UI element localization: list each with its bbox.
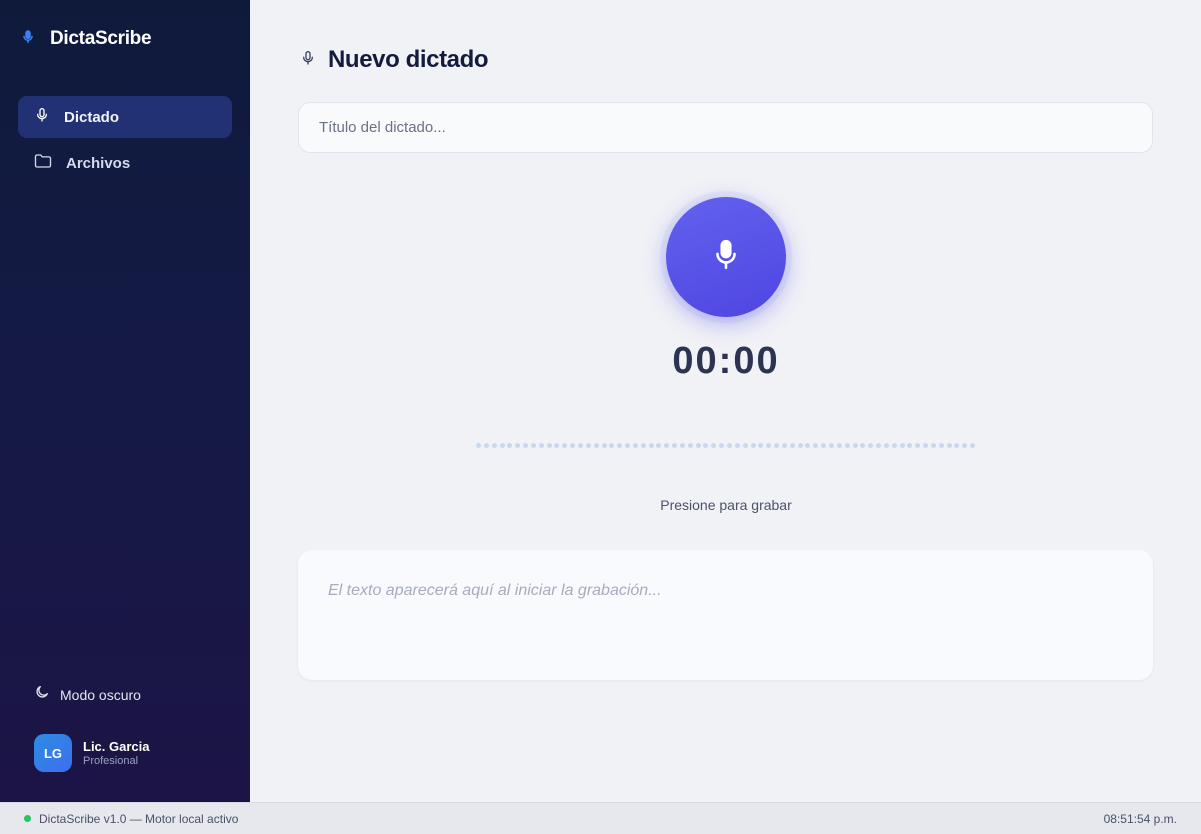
waveform-dot bbox=[695, 442, 701, 448]
waveform-dot bbox=[538, 442, 544, 448]
waveform-dot bbox=[617, 442, 623, 448]
waveform-dot bbox=[523, 442, 529, 448]
waveform-dot bbox=[907, 442, 913, 448]
waveform-dot bbox=[727, 442, 732, 448]
waveform-dot bbox=[632, 442, 638, 448]
transcript-placeholder: El texto aparecerá aquí al iniciar la gr… bbox=[328, 582, 662, 599]
waveform-dot bbox=[476, 442, 481, 448]
waveform-dot bbox=[930, 442, 936, 448]
status-bar: DictaScribe v1.0 — Motor local activo 08… bbox=[0, 802, 1201, 834]
user-role: Profesional bbox=[83, 754, 139, 767]
mic-icon bbox=[34, 106, 50, 129]
waveform-dot bbox=[648, 442, 654, 448]
user-profile[interactable]: LG Lic. Garcia Profesional bbox=[34, 734, 149, 772]
brand: DictaScribe bbox=[20, 28, 152, 50]
transcript-area[interactable]: El texto aparecerá aquí al iniciar la gr… bbox=[298, 550, 1153, 680]
waveform-dot bbox=[656, 442, 662, 448]
waveform-dot bbox=[719, 442, 725, 448]
waveform-dot bbox=[562, 442, 568, 448]
waveform-dot bbox=[954, 442, 960, 448]
waveform-dot bbox=[844, 442, 850, 448]
record-hint: Presione para grabar bbox=[660, 497, 792, 513]
mic-icon bbox=[20, 29, 36, 50]
waveform-dot bbox=[672, 442, 678, 448]
waveform-dot bbox=[750, 442, 756, 448]
waveform-dot bbox=[946, 442, 952, 448]
waveform-dot bbox=[891, 442, 897, 448]
audio-waveform bbox=[476, 441, 976, 449]
app-window: DictaScribe Dictado Archivos Modo oscuro… bbox=[0, 0, 1201, 834]
sidebar-item-dictado[interactable]: Dictado bbox=[18, 96, 232, 138]
waveform-dot bbox=[836, 442, 842, 448]
waveform-dot bbox=[938, 442, 944, 448]
waveform-dot bbox=[821, 442, 827, 448]
waveform-dot bbox=[640, 442, 646, 448]
waveform-dot bbox=[742, 442, 748, 448]
waveform-dot bbox=[860, 442, 866, 448]
waveform-dot bbox=[483, 442, 489, 448]
waveform-dot bbox=[797, 442, 803, 448]
waveform-dot bbox=[530, 442, 536, 448]
waveform-dot bbox=[507, 442, 513, 448]
mic-icon bbox=[300, 48, 316, 73]
waveform-dot bbox=[585, 442, 591, 448]
waveform-dot bbox=[593, 442, 599, 448]
brand-name: DictaScribe bbox=[50, 28, 152, 49]
waveform-dot bbox=[554, 442, 560, 448]
waveform-dot bbox=[664, 442, 670, 448]
waveform-dot bbox=[915, 442, 921, 448]
waveform-dot bbox=[852, 442, 858, 448]
waveform-dot bbox=[609, 442, 615, 448]
waveform-dot bbox=[679, 442, 685, 448]
waveform-dot bbox=[962, 442, 968, 448]
waveform-dot bbox=[766, 442, 772, 448]
waveform-dot bbox=[734, 442, 740, 448]
moon-icon bbox=[34, 684, 50, 705]
waveform-dot bbox=[499, 442, 505, 448]
dark-mode-toggle[interactable]: Modo oscuro bbox=[34, 684, 141, 705]
waveform-dot bbox=[625, 442, 631, 448]
waveform-dot bbox=[601, 442, 607, 448]
waveform-dot bbox=[774, 442, 780, 448]
waveform-dot bbox=[687, 442, 693, 448]
recording-timer: 00:00 bbox=[672, 340, 780, 382]
status-text: DictaScribe v1.0 — Motor local activo bbox=[39, 811, 239, 826]
sidebar: DictaScribe Dictado Archivos Modo oscuro… bbox=[0, 0, 250, 802]
sidebar-item-archivos[interactable]: Archivos bbox=[18, 142, 232, 184]
waveform-dot bbox=[781, 442, 787, 448]
waveform-dot bbox=[923, 442, 929, 448]
waveform-dot bbox=[758, 442, 764, 448]
waveform-dot bbox=[570, 442, 576, 448]
clock: 08:51:54 p.m. bbox=[1103, 811, 1177, 826]
record-button[interactable] bbox=[666, 197, 786, 317]
sidebar-item-label: Dictado bbox=[64, 108, 120, 126]
user-name: Lic. Garcia bbox=[83, 738, 150, 754]
mic-icon bbox=[713, 239, 739, 276]
waveform-dot bbox=[899, 442, 905, 448]
avatar: LG bbox=[34, 734, 72, 772]
waveform-dot bbox=[703, 442, 709, 448]
status-indicator bbox=[24, 815, 31, 822]
page-header: Nuevo dictado bbox=[300, 46, 489, 74]
waveform-dot bbox=[546, 442, 552, 448]
main-content: Nuevo dictado 00:00 Presione para grabar… bbox=[250, 0, 1201, 802]
dark-mode-label: Modo oscuro bbox=[60, 686, 141, 703]
waveform-dot bbox=[789, 442, 795, 448]
folder-icon bbox=[34, 153, 52, 174]
waveform-dot bbox=[491, 442, 497, 448]
waveform-dot bbox=[577, 442, 583, 448]
waveform-dot bbox=[970, 442, 976, 448]
sidebar-item-label: Archivos bbox=[66, 154, 131, 172]
waveform-dot bbox=[813, 442, 819, 448]
waveform-dot bbox=[828, 442, 834, 448]
waveform-dot bbox=[876, 442, 882, 448]
waveform-dot bbox=[883, 442, 889, 448]
waveform-dot bbox=[711, 442, 717, 448]
page-title: Nuevo dictado bbox=[328, 46, 489, 73]
waveform-dot bbox=[805, 442, 811, 448]
waveform-dot bbox=[868, 442, 874, 448]
dictation-title-input[interactable] bbox=[298, 102, 1153, 153]
waveform-dot bbox=[515, 442, 521, 448]
